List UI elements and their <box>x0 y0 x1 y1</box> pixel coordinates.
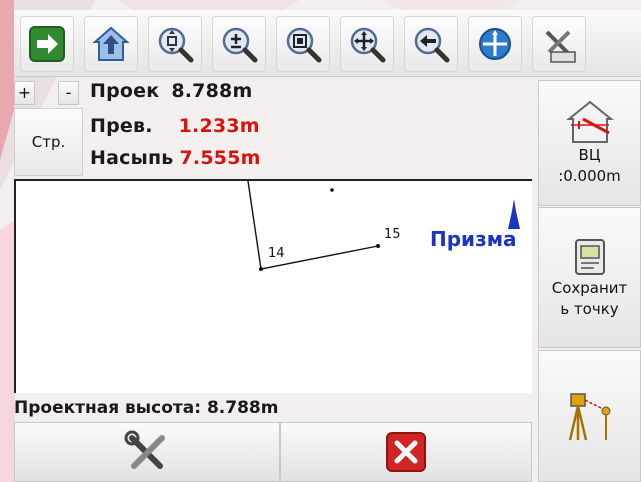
pan-icon <box>350 27 386 63</box>
zoom-center-icon <box>158 27 194 63</box>
zoom-in-icon <box>222 27 258 63</box>
home-up-button[interactable] <box>84 16 138 72</box>
current-position-marker <box>330 188 334 192</box>
zoom-back-icon <box>414 27 450 63</box>
measure-button[interactable] <box>538 350 641 482</box>
arrow-right-icon <box>29 26 65 62</box>
instrument-height-value: :0.000m <box>558 167 621 185</box>
zoom-center-button[interactable] <box>148 16 202 72</box>
fill-line: Насыпь 7.555m <box>90 147 261 171</box>
save-point-button[interactable]: Сохранит ь точку <box>538 207 641 348</box>
zoom-back-button[interactable] <box>404 16 458 72</box>
prism-icon <box>508 199 520 229</box>
point-label-15: 15 <box>384 227 401 242</box>
save-document-icon <box>574 238 605 275</box>
elevation-value: 1.233m <box>178 115 260 137</box>
map-canvas[interactable]: 14 15 Призма <box>14 179 532 393</box>
close-button[interactable] <box>280 422 532 482</box>
close-icon <box>386 432 426 472</box>
save-point-label-line1: Сохранит <box>551 278 628 297</box>
zoom-in-button[interactable] <box>212 16 266 72</box>
elevation-label: Прев. <box>90 115 153 137</box>
compass-icon <box>479 28 511 60</box>
point-marker-14 <box>259 267 263 271</box>
save-point-label-line2: ь точку <box>560 299 619 318</box>
fill-label: Насыпь <box>90 147 174 169</box>
instrument-height-label: ВЦ <box>578 146 601 164</box>
zoom-window-icon <box>286 27 322 63</box>
home-up-icon <box>92 26 130 61</box>
point-marker-15 <box>376 244 380 248</box>
settings-tools-button[interactable] <box>532 16 586 72</box>
elevation-line: Прев. 1.233m <box>90 115 260 139</box>
design-height-status: Проектная высота: 8.788m <box>14 398 279 418</box>
map-drawing <box>247 181 520 271</box>
design-height-line: Проек 8.788m <box>90 80 252 104</box>
point-label-14: 14 <box>268 246 285 261</box>
main-toolbar <box>14 10 641 77</box>
zoom-minus-button[interactable]: - <box>58 81 79 105</box>
house-height-icon <box>565 100 614 143</box>
tools-icon <box>124 430 165 469</box>
pan-button[interactable] <box>340 16 394 72</box>
fill-value: 7.555m <box>179 147 261 169</box>
design-height-value: 8.788m <box>171 80 253 102</box>
total-station-icon <box>568 393 610 441</box>
zoom-plus-button[interactable]: + <box>14 81 35 105</box>
tools-icon <box>545 30 576 63</box>
zoom-window-button[interactable] <box>276 16 330 72</box>
design-height-label: Проек <box>90 80 160 102</box>
settings-button[interactable] <box>14 422 280 482</box>
prism-label: Призма <box>430 227 517 251</box>
compass-button[interactable] <box>468 16 522 72</box>
page-button[interactable]: Стр. <box>14 108 83 176</box>
page-button-label: Стр. <box>31 133 66 151</box>
instrument-height-button[interactable]: ВЦ :0.000m <box>538 80 641 206</box>
next-button[interactable] <box>20 16 74 72</box>
